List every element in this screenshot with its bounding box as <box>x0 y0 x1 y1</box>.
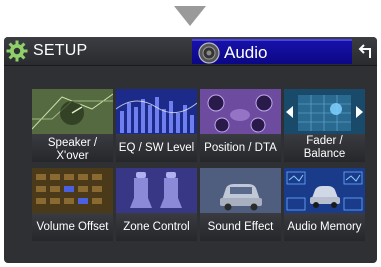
top-bar: SETUP Audio <box>4 37 377 66</box>
speaker-xover-label: Speaker / X'over <box>32 134 113 162</box>
speakers-position-icon <box>200 89 281 136</box>
fader-balance-label: Fader / Balance <box>284 134 365 162</box>
volume-grid-icon <box>32 168 113 215</box>
position-dta-tile[interactable]: Position / DTA <box>200 89 281 162</box>
audio-tab-label: Audio <box>224 42 268 62</box>
car-sound-icon <box>200 168 281 215</box>
volume-offset-tile[interactable]: Volume Offset <box>32 168 113 241</box>
audio-menu-screen: SETUP Audio Speaker / X'over EQ / SW Lev… <box>4 37 377 263</box>
eq-sw-level-tile[interactable]: EQ / SW Level <box>116 89 197 162</box>
eq-sw-level-label: EQ / SW Level <box>116 134 197 162</box>
setup-tab[interactable]: SETUP <box>6 39 190 63</box>
sound-effect-label: Sound Effect <box>200 213 281 241</box>
fader-balance-tile[interactable]: Fader / Balance <box>284 89 365 162</box>
audio-tab[interactable]: Audio <box>192 39 352 64</box>
gear-icon <box>6 40 28 62</box>
speaker-icon <box>198 41 220 64</box>
down-triangle-icon <box>174 6 206 26</box>
zone-control-tile[interactable]: Zone Control <box>116 168 197 241</box>
back-button[interactable] <box>354 39 376 63</box>
sound-effect-tile[interactable]: Sound Effect <box>200 168 281 241</box>
return-arrow-icon <box>358 44 371 58</box>
audio-memory-label: Audio Memory <box>284 213 365 241</box>
car-seats-icon <box>116 168 197 215</box>
fader-balance-icon <box>284 89 365 136</box>
speaker-xover-tile[interactable]: Speaker / X'over <box>32 89 113 162</box>
zone-control-label: Zone Control <box>116 213 197 241</box>
car-waveform-icon <box>284 168 365 215</box>
speaker-crossover-icon <box>32 89 113 136</box>
audio-memory-tile[interactable]: Audio Memory <box>284 168 365 241</box>
equalizer-icon <box>116 89 197 136</box>
volume-offset-label: Volume Offset <box>32 213 113 241</box>
position-dta-label: Position / DTA <box>200 134 281 162</box>
setup-tab-label: SETUP <box>33 42 88 59</box>
